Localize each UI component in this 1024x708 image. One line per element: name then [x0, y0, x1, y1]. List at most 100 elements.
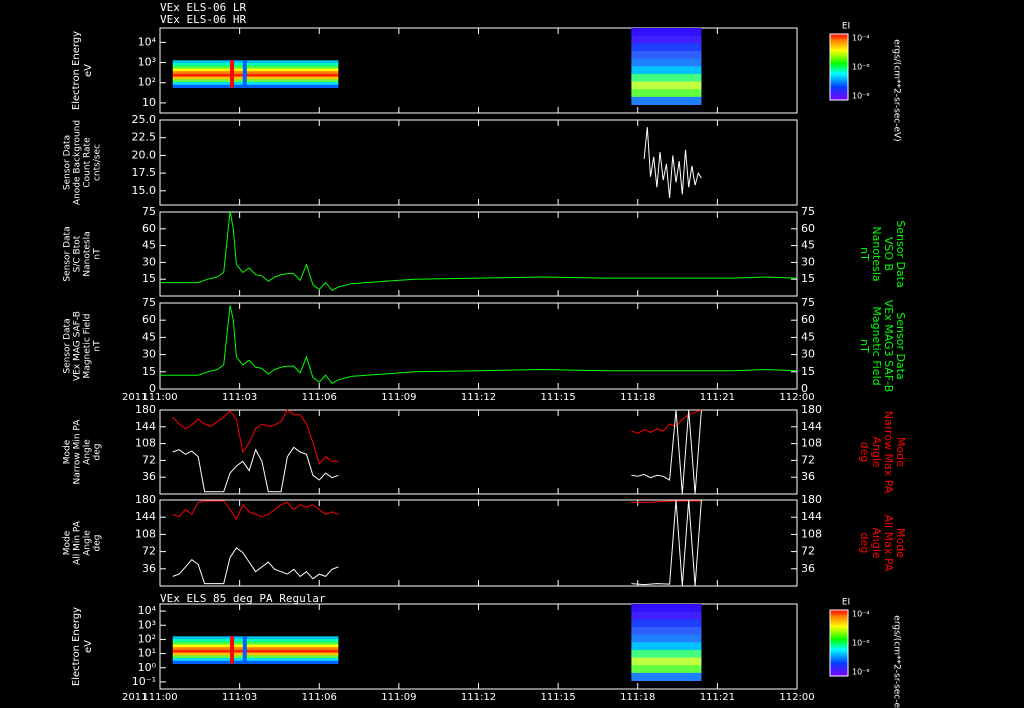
y-tick-label-right: 60	[801, 222, 815, 235]
heatmap-cell	[631, 96, 702, 105]
y-tick-label-right: 72	[801, 453, 815, 466]
y-tick-label: 36	[142, 562, 156, 575]
y-tick-label-right: 60	[801, 313, 815, 326]
heatmap-cell	[631, 50, 702, 60]
panel-frame-4	[159, 409, 798, 495]
x-tick-label: 111:18	[620, 692, 655, 703]
series-line-5-2	[172, 547, 339, 585]
line-ylabel-1: Anode Background	[73, 120, 83, 205]
x-tick-label: 111:21	[700, 692, 735, 703]
y-tick-label: 72	[142, 545, 156, 558]
y-tick-label-right: 72	[801, 545, 815, 558]
series-line-4-2	[172, 446, 339, 493]
heatmap-cell	[631, 58, 702, 67]
x-tick-label: 111:15	[541, 392, 576, 403]
heatmap-cell	[631, 665, 702, 674]
line-ylabel-3: Sensor Data	[63, 318, 73, 373]
heatmap-cell	[172, 660, 339, 664]
colorbar	[829, 33, 849, 101]
heatmap-cell	[631, 642, 702, 651]
y-tick-label-right: 75	[801, 205, 815, 218]
line-ylabel-4: deg	[93, 444, 103, 461]
line-right-label-2: nT	[858, 247, 871, 261]
heatmap-cell	[631, 619, 702, 628]
colorbar-tick-label: 10⁻⁴	[852, 34, 870, 43]
heatmap-cell	[172, 84, 339, 88]
y-tick-label: 108	[135, 527, 156, 540]
y-tick-label: 15	[142, 365, 156, 378]
y-tick-label-right: 144	[801, 510, 822, 523]
heatmap-cell	[242, 636, 247, 664]
x-tick-label: 112:00	[779, 392, 814, 403]
x-tick-label: 111:15	[541, 692, 576, 703]
series-line-4-1	[631, 409, 702, 434]
y-tick-label: 10⁰	[138, 661, 157, 674]
heatmap-cell	[230, 60, 235, 88]
colorbar-unit-label: ergs/(cm**2-sr-sec-eV)	[892, 39, 902, 141]
line-ylabel-1: cnts/sec	[93, 144, 103, 181]
y-tick-label-right: 36	[801, 470, 815, 483]
y-tick-label-right: 15	[801, 365, 815, 378]
x-tick-label: 111:09	[381, 692, 416, 703]
series-line-4-3	[631, 409, 702, 495]
y-tick-label-right: 30	[801, 255, 815, 268]
line-ylabel-1: Sensor Data	[63, 135, 73, 190]
panel-frame-2	[159, 211, 798, 297]
stacked-plot: 111:00 111:03 111:06 111:09 111:12 111:15 111:…	[63, 22, 908, 708]
series-line-1-0	[643, 127, 702, 198]
y-tick-label: 25.0	[132, 113, 157, 126]
x-tick-label: 111:12	[461, 392, 496, 403]
y-tick-label: 45	[142, 330, 156, 343]
y-tick-label-right: 180	[801, 493, 822, 506]
plot-stage: VEx ELS-06 LR VEx ELS-06 HR VEx ELS 85 d…	[0, 0, 1024, 708]
y-tick-label: 10¹	[138, 647, 156, 660]
heatmap-cell	[631, 66, 702, 75]
y-tick-label: 10³	[138, 56, 156, 69]
x-tick-label: 111:00	[142, 392, 177, 403]
line-ylabel-4: Angle	[83, 439, 93, 465]
y-tick-label-right: 15	[801, 272, 815, 285]
y-tick-label: 108	[135, 437, 156, 450]
y-tick-label: 180	[135, 493, 156, 506]
line-ylabel-5: deg	[93, 535, 103, 552]
heatmap-cell	[631, 649, 702, 659]
colorbar-tick-label: 10⁻⁸	[852, 668, 870, 677]
y-tick-label-right: 180	[801, 403, 822, 416]
y-tick-label-right: 75	[801, 296, 815, 309]
series-line-2-0	[160, 210, 798, 292]
heatmap-cell	[631, 43, 702, 52]
colorbar-tick-label: 10⁻⁴	[852, 610, 870, 619]
heatmap-cell	[631, 81, 702, 90]
y-tick-label: 30	[142, 348, 156, 361]
line-ylabel-5: All Min PA	[73, 520, 83, 565]
heatmap-cell	[230, 636, 235, 664]
x-tick-label: 111:21	[700, 392, 735, 403]
line-ylabel-4: Narrow Min PA	[73, 419, 83, 485]
y-tick-label: 75	[142, 296, 156, 309]
y-tick-label: 45	[142, 239, 156, 252]
y-tick-label-right: 144	[801, 420, 822, 433]
line-ylabel-2: Sensor Data	[63, 226, 73, 281]
y-tick-label: 144	[135, 420, 156, 433]
line-ylabel-2: Nanotesla	[83, 231, 93, 276]
heatmap-cell	[631, 89, 702, 98]
panel-frame-1	[159, 119, 798, 206]
x-tick-label: 111:12	[461, 692, 496, 703]
y-tick-label: 180	[135, 403, 156, 416]
heatmap-cell	[631, 626, 702, 636]
y-tick-label: 10⁴	[138, 604, 157, 617]
y-tick-label-right: 36	[801, 562, 815, 575]
panel-frame-5	[159, 499, 798, 587]
y-tick-label-right: 108	[801, 437, 822, 450]
x-tick-label: 111:06	[302, 692, 337, 703]
y-tick-label: 22.5	[132, 131, 157, 144]
heatmap-cell	[242, 60, 247, 88]
line-right-label-4: deg	[858, 442, 871, 463]
series-line-5-0	[172, 500, 339, 521]
y-tick-label: 10³	[138, 618, 156, 631]
y-tick-label: 20.0	[132, 148, 157, 161]
line-ylabel-3: nT	[93, 340, 103, 352]
heatmap-cell	[631, 672, 702, 681]
x-tick-label: 111:03	[222, 692, 257, 703]
y-tick-label: 10⁻¹	[132, 675, 156, 688]
